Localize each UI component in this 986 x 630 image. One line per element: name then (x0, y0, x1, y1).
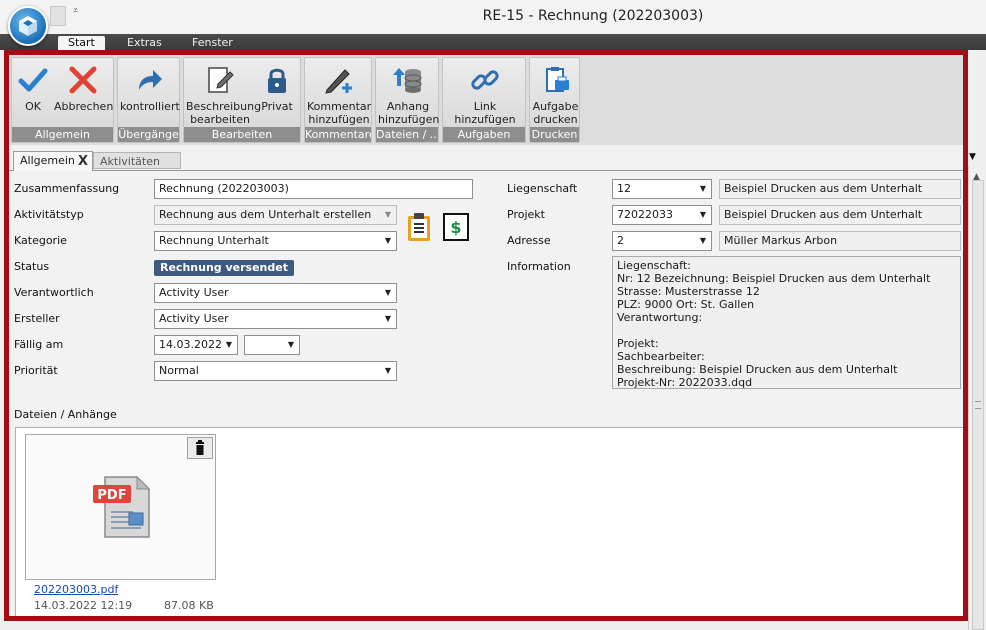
pen-plus-icon (325, 69, 352, 94)
attachment-size: 87.08 KB (164, 599, 214, 612)
attachment-date: 14.03.2022 12:19 (34, 599, 133, 612)
document-tabs: Allgemein X Aktivitäten (9, 145, 963, 171)
link-icon (471, 70, 499, 90)
chevron-down-icon: ▼ (699, 184, 706, 193)
title-bar: ⩡ RE-15 - Rechnung (202203003) (0, 0, 986, 46)
detail-content: Allgemein X Aktivitäten Zusammenfassung … (9, 145, 965, 616)
chevron-down-icon: ▼ (699, 210, 706, 219)
label-ersteller: Ersteller (14, 312, 60, 325)
delete-attachment-button[interactable] (187, 437, 213, 459)
summary-input[interactable]: Rechnung (202203003) (154, 179, 473, 199)
add-attachment-button[interactable]: Anhang hinzufügen (378, 62, 439, 128)
priority-select[interactable]: Normal ▼ (154, 361, 397, 381)
lock-icon (268, 68, 286, 93)
address-description: Müller Markus Arbon (719, 231, 961, 251)
project-description: Beispiel Drucken aus dem Unterhalt (719, 205, 961, 225)
edit-document-icon (208, 67, 234, 93)
tab-allgemein[interactable]: Allgemein X (13, 151, 93, 171)
ribbon-tab-fenster[interactable]: Fenster (182, 36, 243, 50)
chevron-down-icon: ▼ (384, 288, 391, 297)
kontrolliert-button[interactable]: kontrolliert (120, 62, 180, 128)
forward-arrow-icon (139, 70, 162, 90)
due-time-select[interactable]: ▼ (244, 335, 300, 355)
label-faellig: Fällig am (14, 338, 64, 351)
responsible-select[interactable]: Activity User ▼ (154, 283, 397, 303)
tab-aktivitaeten[interactable]: Aktivitäten (93, 152, 181, 169)
label-adresse: Adresse (507, 234, 551, 247)
label-zusammenfassung: Zusammenfassung (14, 182, 120, 195)
database-upload-icon (393, 68, 422, 93)
attachments-heading: Dateien / Anhänge (14, 408, 117, 421)
label-information: Information (507, 260, 571, 273)
ribbon-tab-start[interactable]: Start (58, 36, 105, 50)
trash-icon (196, 440, 204, 455)
attachment-filename-link[interactable]: 202203003.pdf (34, 583, 118, 596)
print-clipboard-icon (545, 67, 569, 92)
attachments-panel: PDF 202203003.pdf 14.03.2022 12:19 87.08… (15, 427, 965, 616)
print-task-button[interactable]: Aufgabe drucken (532, 62, 579, 128)
ribbon-group-bearbeiten: Beschreibung bearbeiten Privat Bearbeite… (183, 57, 301, 143)
close-icon (69, 66, 97, 94)
dollar-document-icon[interactable]: $ (443, 213, 469, 241)
ok-button[interactable]: OK (14, 62, 52, 128)
svg-text:$: $ (450, 218, 461, 237)
clipboard-icon[interactable] (406, 212, 432, 242)
label-verantwortlich: Verantwortlich (14, 286, 94, 299)
ribbon-group-allgemein: OK Abbrechen Allgemein (11, 57, 114, 143)
label-kategorie: Kategorie (14, 234, 67, 247)
ribbon-group-dateien: Anhang hinzufügen Dateien / ... (375, 57, 439, 143)
pdf-icon-text: PDF (97, 488, 126, 503)
chevron-down-icon: ▼ (287, 340, 294, 349)
vertical-scrollbar[interactable]: ▲ (968, 166, 986, 630)
property-description: Beispiel Drucken aus dem Unterhalt (719, 179, 961, 199)
ribbon-group-drucken: Aufgabe drucken Drucken (529, 57, 580, 143)
cancel-button[interactable]: Abbrechen (54, 62, 113, 128)
checkmark-icon (18, 68, 48, 92)
chevron-down-icon: ▼ (384, 314, 391, 323)
scrollbar-grip-icon (975, 401, 981, 409)
creator-select[interactable]: Activity User ▼ (154, 309, 397, 329)
private-button[interactable]: Privat (256, 62, 298, 128)
ribbon: OK Abbrechen Allgemein kontrolliert Über… (9, 55, 963, 145)
ribbon-group-aufgaben: Link hinzufügen Aufgaben (442, 57, 526, 143)
ribbon-tab-strip: Start Extras Fenster (0, 34, 986, 50)
edit-description-button[interactable]: Beschreibung bearbeiten (186, 62, 261, 128)
chevron-down-icon: ▼ (384, 210, 391, 219)
scrollbar-thumb[interactable] (972, 180, 984, 630)
ribbon-group-kommentare: Kommentar hinzufügen Kommentare (304, 57, 372, 143)
status-badge: Rechnung versendet (154, 260, 294, 276)
label-prioritaet: Priorität (14, 364, 58, 377)
tab-overflow-dropdown-icon[interactable]: ▼ (969, 152, 976, 162)
ribbon-tab-extras[interactable]: Extras (117, 36, 172, 50)
label-liegenschaft: Liegenschaft (507, 182, 578, 195)
add-comment-button[interactable]: Kommentar hinzufügen (307, 62, 371, 128)
activity-type-select[interactable]: Rechnung aus dem Unterhalt erstellen ▼ (154, 205, 397, 225)
close-tab-icon[interactable]: X (78, 153, 88, 171)
window-title: RE-15 - Rechnung (202203003) (482, 8, 704, 24)
chevron-down-icon: ▼ (384, 236, 391, 245)
category-select[interactable]: Rechnung Unterhalt ▼ (154, 231, 397, 251)
ribbon-group-uebergaenge: kontrolliert Übergänge (117, 57, 180, 143)
label-aktivitaetstyp: Aktivitätstyp (14, 208, 84, 221)
information-textbox[interactable]: Liegenschaft: Nr: 12 Bezeichnung: Beispi… (612, 256, 961, 389)
pdf-file-icon: PDF (93, 475, 151, 538)
due-date-picker[interactable]: 14.03.2022 ▼ (154, 335, 238, 355)
chevron-down-icon: ▼ (699, 236, 706, 245)
label-status: Status (14, 260, 50, 273)
label-projekt: Projekt (507, 208, 545, 221)
add-link-button[interactable]: Link hinzufügen (445, 62, 525, 128)
chevron-down-icon: ▼ (384, 366, 391, 375)
attachment-card[interactable]: PDF (25, 434, 216, 580)
chevron-down-icon: ▼ (225, 340, 232, 349)
property-select[interactable]: 12 ▼ (612, 179, 712, 199)
address-select[interactable]: 2 ▼ (612, 231, 712, 251)
app-logo-icon[interactable] (8, 6, 48, 46)
project-select[interactable]: 72022033 ▼ (612, 205, 712, 225)
